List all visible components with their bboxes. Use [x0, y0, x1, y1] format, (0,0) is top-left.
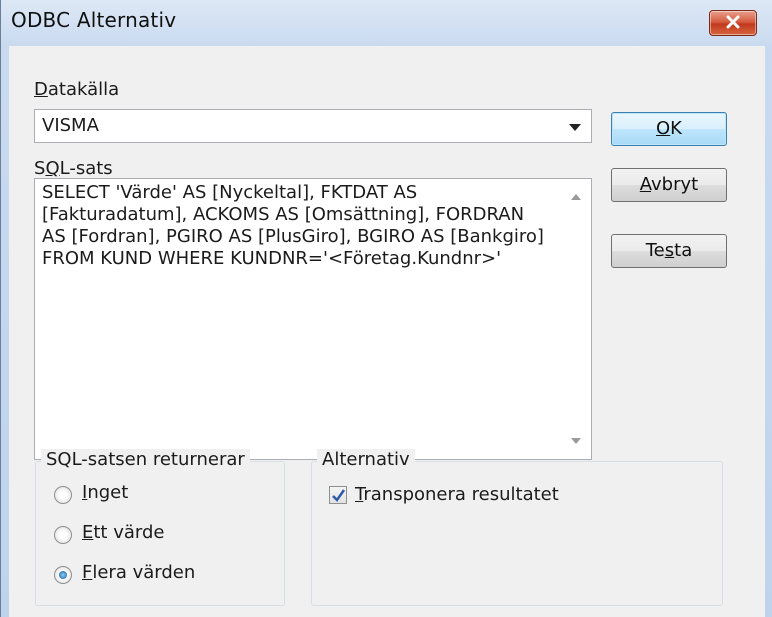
- window-title: ODBC Alternativ: [11, 8, 177, 32]
- radio-dot: [59, 571, 67, 579]
- alternative-group-legend: Alternativ: [317, 449, 415, 470]
- transpose-label: Transponera resultatet: [355, 484, 559, 505]
- datasource-label: Datakälla: [34, 79, 120, 100]
- scroll-up-icon[interactable]: [571, 194, 581, 200]
- radio-button-selected[interactable]: [54, 566, 72, 584]
- scroll-down-icon[interactable]: [571, 438, 581, 444]
- test-button[interactable]: Testa: [611, 234, 727, 268]
- sql-label: SQL-sats: [34, 158, 113, 179]
- radio-label: Ett värde: [82, 522, 165, 543]
- checkmark-icon: [332, 489, 346, 502]
- radio-label: Flera värden: [82, 562, 196, 583]
- returns-group-legend: SQL-satsen returnerar: [41, 449, 250, 470]
- sql-text[interactable]: SELECT 'Värde' AS [Nyckeltal], FKTDAT AS…: [42, 182, 552, 270]
- datasource-value: VISMA: [42, 115, 99, 136]
- datasource-dropdown[interactable]: VISMA: [34, 109, 592, 143]
- transpose-checkbox[interactable]: [329, 486, 347, 504]
- cancel-button[interactable]: Avbryt: [611, 168, 727, 202]
- close-icon: [726, 15, 740, 29]
- ok-button[interactable]: OK: [611, 112, 727, 146]
- title-bar[interactable]: ODBC Alternativ: [1, 0, 772, 46]
- alternative-groupbox: Alternativ: [311, 449, 723, 606]
- dialog-client-area: Datakälla VISMA SQL-sats SELECT 'Värde' …: [9, 46, 765, 617]
- radio-button[interactable]: [54, 486, 72, 504]
- chevron-down-icon[interactable]: [569, 124, 581, 131]
- sql-textarea[interactable]: SELECT 'Värde' AS [Nyckeltal], FKTDAT AS…: [34, 178, 592, 460]
- radio-label: Inget: [82, 482, 129, 503]
- radio-button[interactable]: [54, 526, 72, 544]
- vertical-scrollbar[interactable]: [560, 180, 590, 458]
- dialog-window: ODBC Alternativ Datakälla VISMA SQL-sats…: [0, 0, 772, 617]
- close-button[interactable]: [709, 10, 757, 36]
